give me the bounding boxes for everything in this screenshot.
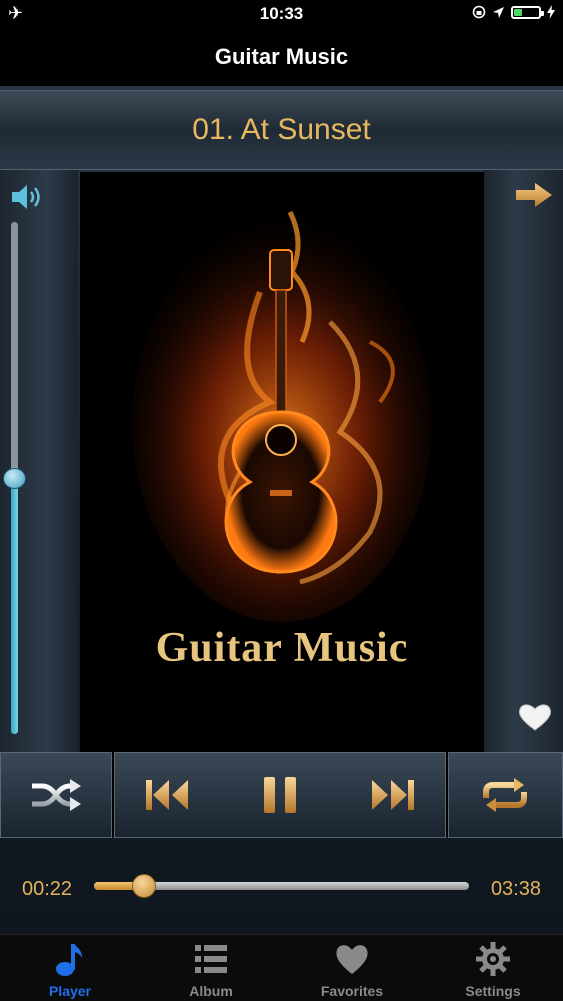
rotation-lock-icon — [472, 5, 486, 19]
volume-thumb[interactable] — [3, 468, 26, 489]
gear-icon — [476, 942, 510, 976]
seek-bar[interactable] — [94, 874, 469, 898]
player-panel: 01. At Sunset Guitar Music 00:22 03:38 — [0, 86, 563, 934]
seek-thumb[interactable] — [131, 874, 156, 898]
status-right — [472, 5, 555, 19]
charging-icon — [547, 5, 555, 19]
flaming-guitar-image — [80, 172, 484, 836]
tab-label: Favorites — [320, 983, 384, 999]
playback-controls — [0, 752, 563, 838]
volume-fill — [11, 478, 18, 734]
tab-settings[interactable]: Settings — [423, 935, 563, 1001]
pause-icon[interactable] — [260, 775, 300, 815]
playback-progress: 00:22 03:38 — [0, 856, 563, 916]
next-icon[interactable] — [368, 778, 416, 812]
total-time: 03:38 — [490, 878, 541, 900]
location-icon — [493, 6, 504, 18]
current-time: 00:22 — [22, 878, 73, 900]
favorite-heart-icon[interactable] — [517, 702, 553, 732]
tab-bar: Player Album Favorites Settings — [0, 934, 563, 1001]
album-art-title: Guitar Music — [155, 625, 409, 671]
tab-label: Album — [189, 983, 233, 999]
right-sidebar — [483, 170, 563, 838]
song-title: 01. At Sunset — [192, 113, 371, 146]
music-note-icon — [56, 944, 82, 976]
tab-album[interactable]: Album — [141, 935, 281, 1001]
page-title: Guitar Music — [214, 44, 349, 69]
tab-player[interactable]: Player — [0, 935, 140, 1001]
arrow-right-icon[interactable] — [515, 182, 553, 208]
list-icon — [195, 945, 227, 973]
tab-label: Player — [48, 983, 92, 999]
repeat-icon[interactable] — [478, 776, 532, 814]
nav-bar: Guitar Music — [0, 30, 563, 86]
song-title-bar: 01. At Sunset — [0, 90, 563, 170]
album-art: Guitar Music — [80, 172, 484, 836]
shuffle-icon[interactable] — [30, 778, 82, 812]
speaker-icon[interactable] — [10, 182, 46, 212]
heart-icon — [336, 945, 368, 974]
status-bar: ✈ 10:33 — [0, 0, 563, 30]
tab-favorites[interactable]: Favorites — [282, 935, 422, 1001]
battery-icon — [511, 5, 544, 19]
tab-label: Settings — [465, 983, 521, 999]
previous-icon[interactable] — [144, 778, 192, 812]
